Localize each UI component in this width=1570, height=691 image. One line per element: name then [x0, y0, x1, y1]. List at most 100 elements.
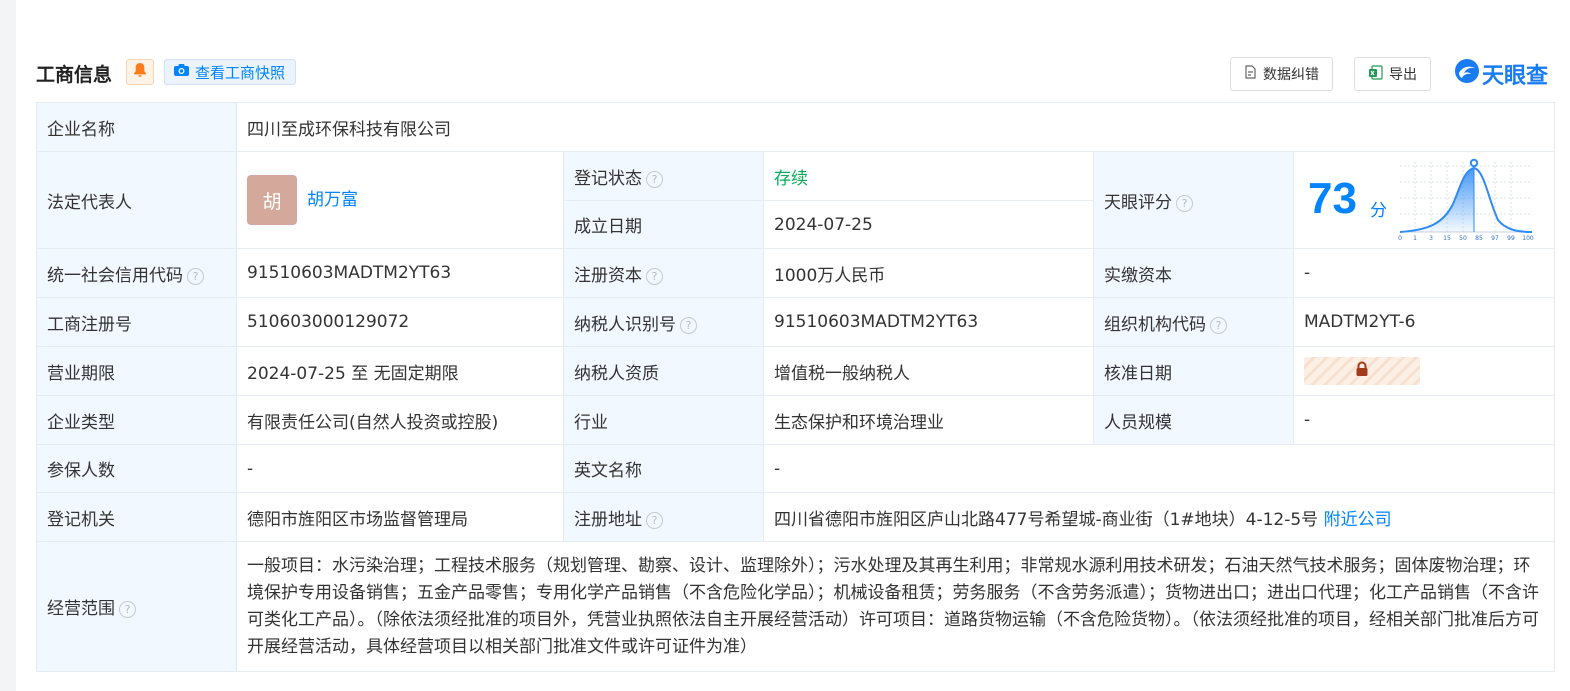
legal-rep-cell: 胡胡万富 — [236, 151, 564, 249]
reg-status-label-cell: 登记状态? — [563, 151, 764, 201]
nearby-companies-link[interactable]: 附近公司 — [1324, 510, 1392, 530]
company-type-label: 企业类型 — [36, 395, 237, 445]
english-name-value: - — [763, 444, 1555, 493]
help-icon[interactable]: ? — [1176, 194, 1193, 212]
org-code-label-cell: 组织机构代码? — [1093, 297, 1294, 347]
scope-label: 经营范围 — [47, 599, 115, 619]
approval-date-label: 核准日期 — [1093, 346, 1294, 396]
score-cell[interactable]: 73 分 0 1 3 15 50 85 97 99 100 — [1293, 151, 1555, 249]
taxpayer-qual-label: 纳税人资质 — [563, 346, 764, 396]
company-name-value: 四川至成环保科技有限公司 — [236, 102, 1555, 152]
table-row: 法定代表人 胡胡万富 登记状态? 存续 天眼评分? 73 分 0 1 3 15 … — [36, 151, 1555, 249]
score-axis-tick: 0 — [1398, 235, 1402, 242]
score-axis-tick: 15 — [1443, 235, 1451, 242]
score-axis-tick: 3 — [1429, 235, 1433, 242]
taxpayer-id-value: 91510603MADTM2YT63 — [763, 297, 1094, 347]
brand-name: 天眼查 — [1482, 64, 1549, 89]
paid-capital-label: 实缴资本 — [1093, 248, 1294, 298]
score-widget: 73 分 0 1 3 15 50 85 97 99 100 — [1294, 152, 1554, 248]
insured-label: 参保人数 — [36, 444, 237, 493]
reg-status-value: 存续 — [763, 151, 1094, 201]
reg-address-cell: 四川省德阳市旌阳区庐山北路477号希望城-商业街（1#地块）4-12-5号 附近… — [763, 492, 1555, 542]
english-name-label: 英文名称 — [563, 444, 764, 493]
industry-label: 行业 — [563, 395, 764, 445]
est-date-value: 2024-07-25 — [763, 200, 1094, 249]
taxpayer-qual-value: 增值税一般纳税人 — [763, 346, 1094, 396]
paid-capital-value: - — [1293, 248, 1555, 298]
score-axis-tick: 1 — [1413, 235, 1417, 242]
lock-icon — [1355, 361, 1369, 382]
approval-date-cell — [1293, 346, 1555, 396]
help-icon[interactable]: ? — [646, 170, 663, 188]
score-axis-tick: 100 — [1522, 235, 1534, 242]
export-button[interactable]: 导出 — [1354, 57, 1431, 91]
tianyancha-logo-icon — [1454, 58, 1480, 90]
taxpayer-id-label-cell: 纳税人识别号? — [563, 297, 764, 347]
staff-size-value: - — [1293, 395, 1555, 445]
document-edit-icon — [1244, 64, 1257, 84]
view-snapshot-button[interactable]: 查看工商快照 — [164, 59, 297, 85]
table-row: 营业期限 2024-07-25 至 无固定期限 纳税人资质 增值税一般纳税人 核… — [36, 346, 1555, 396]
excel-icon — [1368, 64, 1383, 84]
score-label: 天眼评分 — [1104, 192, 1172, 213]
credit-code-value: 91510603MADTM2YT63 — [236, 248, 564, 298]
help-icon[interactable]: ? — [680, 316, 697, 334]
follow-bell-button[interactable] — [126, 59, 154, 85]
section-title: 工商信息 — [36, 64, 113, 86]
avatar[interactable]: 胡 — [247, 175, 297, 225]
business-info-table: 企业名称 四川至成环保科技有限公司 法定代表人 胡胡万富 登记状态? 存续 天眼… — [36, 102, 1555, 672]
score-distribution-chart: 0 1 3 15 50 85 97 99 100 — [1398, 158, 1534, 242]
table-row: 登记机关 德阳市旌阳区市场监督管理局 注册地址? 四川省德阳市旌阳区庐山北路47… — [36, 492, 1555, 542]
company-type-value: 有限责任公司(自然人投资或控股) — [236, 395, 564, 445]
reg-address-label-cell: 注册地址? — [563, 492, 764, 542]
score-label-cell: 天眼评分? — [1093, 151, 1294, 249]
camera-icon — [173, 63, 190, 81]
score-axis-tick: 97 — [1491, 235, 1499, 242]
biz-term-value: 2024-07-25 至 无固定期限 — [236, 346, 564, 396]
legal-rep-label: 法定代表人 — [36, 151, 237, 249]
table-row: 统一社会信用代码? 91510603MADTM2YT63 注册资本? 1000万… — [36, 248, 1555, 298]
help-icon[interactable]: ? — [646, 511, 663, 529]
help-icon[interactable]: ? — [1210, 316, 1227, 334]
table-row: 参保人数 - 英文名称 - — [36, 444, 1555, 493]
score-value: 73 — [1308, 174, 1357, 223]
biz-reg-no-value: 510603000129072 — [236, 297, 564, 347]
brand-logo: 天眼查 — [1454, 58, 1548, 90]
data-correction-label: 数据纠错 — [1263, 67, 1319, 83]
taxpayer-id-label: 纳税人识别号 — [574, 314, 676, 335]
industry-value: 生态保护和环境治理业 — [763, 395, 1094, 445]
reg-address-label: 注册地址 — [574, 509, 642, 530]
reg-status-label: 登记状态 — [574, 168, 642, 189]
help-icon[interactable]: ? — [646, 267, 663, 285]
score-axis-tick: 50 — [1459, 235, 1467, 242]
table-row: 工商注册号 510603000129072 纳税人识别号? 91510603MA… — [36, 297, 1555, 347]
score-axis-tick: 99 — [1507, 235, 1515, 242]
biz-term-label: 营业期限 — [36, 346, 237, 396]
staff-size-label: 人员规模 — [1093, 395, 1294, 445]
insured-value: - — [236, 444, 564, 493]
reg-authority-value: 德阳市旌阳区市场监督管理局 — [236, 492, 564, 542]
score-unit: 分 — [1370, 201, 1387, 221]
locked-value-button[interactable] — [1304, 357, 1420, 385]
export-label: 导出 — [1389, 67, 1417, 83]
score-axis-tick: 85 — [1475, 235, 1483, 242]
reg-authority-label: 登记机关 — [36, 492, 237, 542]
bell-icon — [133, 62, 147, 83]
org-code-value: MADTM2YT-6 — [1293, 297, 1555, 347]
section-header: 工商信息 查看工商快照 数据纠错 导出 天眼查 — [36, 52, 1556, 94]
est-date-label: 成立日期 — [563, 200, 764, 249]
table-row: 经营范围? 一般项目：水污染治理；工程技术服务（规划管理、勘察、设计、监理除外）… — [36, 541, 1555, 672]
scope-label-cell: 经营范围? — [36, 541, 237, 672]
table-row: 企业类型 有限责任公司(自然人投资或控股) 行业 生态保护和环境治理业 人员规模… — [36, 395, 1555, 445]
help-icon[interactable]: ? — [119, 601, 136, 618]
help-icon[interactable]: ? — [187, 267, 204, 285]
reg-capital-label: 注册资本 — [574, 265, 642, 286]
reg-address-value: 四川省德阳市旌阳区庐山北路477号希望城-商业街（1#地块）4-12-5号 — [774, 509, 1319, 530]
biz-reg-no-label: 工商注册号 — [36, 297, 237, 347]
reg-capital-value: 1000万人民币 — [763, 248, 1094, 298]
credit-code-label: 统一社会信用代码 — [47, 265, 183, 286]
data-correction-button[interactable]: 数据纠错 — [1230, 57, 1333, 91]
legal-rep-name-link[interactable]: 胡万富 — [307, 190, 358, 210]
table-row: 企业名称 四川至成环保科技有限公司 — [36, 102, 1555, 152]
left-gutter — [0, 0, 16, 691]
